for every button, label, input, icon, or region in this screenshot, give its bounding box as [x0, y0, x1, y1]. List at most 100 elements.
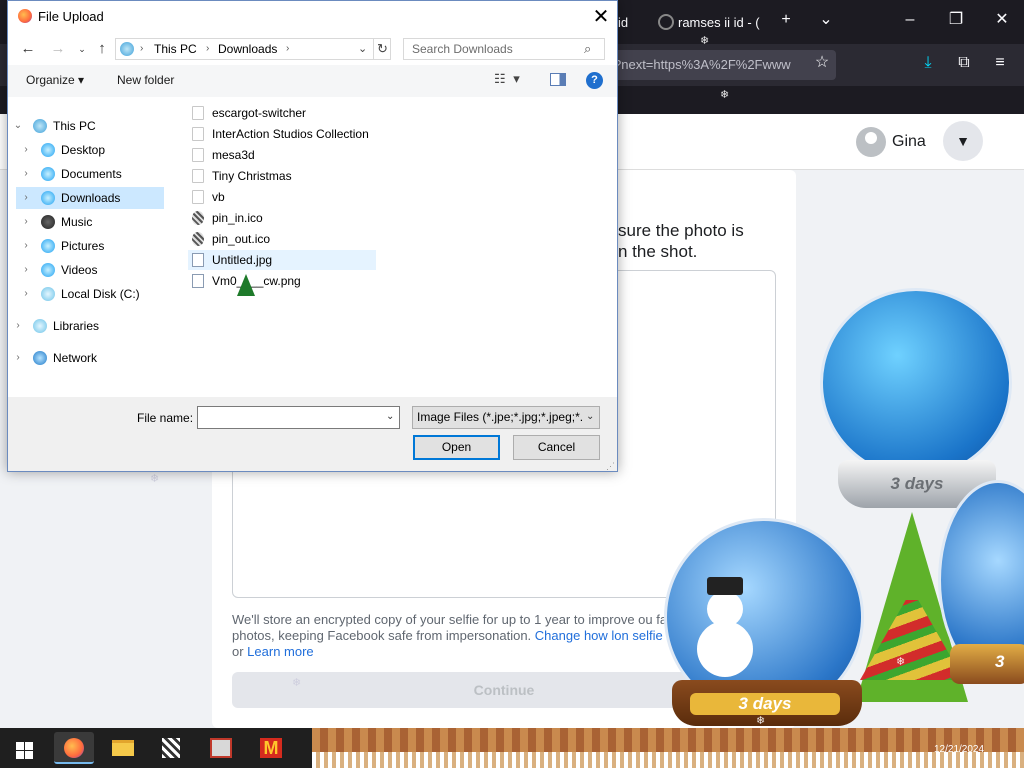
file-name: Untitled.jpg [212, 253, 273, 267]
breadcrumb-separator-icon: › [286, 43, 290, 54]
file-type-filter[interactable]: Image Files (*.jpe;*.jpg;*.jpeg;*. [412, 406, 600, 429]
snowflake-icon: ❄ [896, 656, 906, 668]
file-name: escargot-switcher [212, 106, 307, 120]
start-windows-icon[interactable] [0, 728, 48, 768]
recent-locations-chevron-icon[interactable]: ⌄ [71, 39, 93, 59]
organize-button[interactable]: Organize ▾ [26, 73, 84, 87]
nav-item-desktop[interactable]: › Desktop [8, 139, 168, 161]
back-arrow-icon[interactable]: ← [17, 39, 39, 59]
account-menu-caret-icon[interactable]: ▼ [943, 121, 983, 161]
expand-chevron-icon[interactable]: › [21, 283, 31, 305]
nav-label: Videos [61, 263, 98, 277]
snowman-hat-icon [707, 577, 743, 595]
expand-chevron-icon[interactable]: › [13, 315, 23, 337]
list-tabs-chevron-icon[interactable]: ⌄ [814, 10, 838, 34]
change-how-long-link[interactable]: Change how lon selfie for [535, 628, 682, 643]
new-folder-button[interactable]: New folder [117, 73, 174, 87]
expand-chevron-icon[interactable]: › [21, 259, 31, 281]
file-item-image[interactable]: Vm0____cw.png [188, 271, 376, 291]
restore-window-icon[interactable]: ❐ [944, 10, 968, 34]
new-tab-plus-icon[interactable]: + [774, 10, 798, 34]
snowman-body-icon [697, 621, 753, 677]
learn-more-link[interactable]: Learn more [247, 644, 313, 659]
open-button[interactable]: Open [413, 435, 500, 460]
nav-item-this-pc[interactable]: ⌄ This PC [8, 115, 168, 137]
change-view-icon[interactable]: ☷ ▾ [494, 71, 522, 87]
folder-icon [192, 127, 204, 141]
taskbar-file-explorer-icon[interactable] [102, 732, 142, 764]
file-name-dropdown-icon[interactable]: ⌄ [386, 411, 394, 422]
folder-icon [192, 106, 204, 120]
file-item-ico[interactable]: pin_in.ico [188, 208, 376, 228]
nav-item-documents[interactable]: › Documents [8, 163, 168, 185]
music-icon [41, 215, 55, 229]
bookmark-star-icon[interactable]: ☆ [810, 53, 834, 77]
taskbar-app-icon[interactable] [200, 732, 240, 764]
snowflake-icon: ❄ [150, 473, 160, 485]
privacy-note: We'll store an encrypted copy of your se… [232, 612, 682, 660]
extensions-icon[interactable]: ⧉ [952, 53, 976, 77]
up-arrow-icon[interactable]: ↑ [91, 39, 113, 59]
snowflake-icon: ❄ [700, 35, 710, 47]
expand-chevron-icon[interactable]: › [13, 347, 23, 369]
snow-globe-gifts [820, 288, 1012, 478]
expand-chevron-icon[interactable]: › [21, 139, 31, 161]
menu-hamburger-icon[interactable]: ≡ [988, 53, 1012, 77]
resize-grip-icon[interactable]: ⋰ [606, 461, 615, 472]
minimize-window-icon[interactable]: – [898, 10, 922, 34]
downloads-icon [41, 191, 55, 205]
file-item-ico[interactable]: pin_out.ico [188, 229, 376, 249]
firefox-icon [18, 9, 32, 23]
address-bar[interactable]: › This PC › Downloads › ⌄ [115, 38, 391, 60]
nav-item-videos[interactable]: › Videos [8, 259, 168, 281]
nav-item-music[interactable]: › Music [8, 211, 168, 233]
downloads-icon[interactable]: ⤓ [916, 53, 940, 77]
google-icon [658, 14, 674, 30]
taskbar-clock[interactable]: 12/21/2024 [934, 744, 984, 755]
address-dropdown-icon[interactable]: ⌄ [358, 39, 367, 59]
help-icon[interactable]: ? [586, 72, 603, 89]
nav-item-network[interactable]: › Network [8, 347, 168, 369]
nav-label: This PC [53, 119, 96, 133]
file-name: mesa3d [212, 148, 255, 162]
forward-arrow-icon[interactable]: → [47, 39, 69, 59]
file-name: pin_in.ico [212, 211, 263, 225]
expand-chevron-icon[interactable]: › [21, 163, 31, 185]
nav-item-libraries[interactable]: › Libraries [8, 315, 168, 337]
countdown-label: 3 days [690, 693, 840, 715]
taskbar-mcdonalds-icon[interactable]: M [250, 732, 290, 764]
expand-chevron-icon[interactable]: › [21, 211, 31, 233]
cancel-button[interactable]: Cancel [513, 435, 600, 460]
profile-name[interactable]: Gina [892, 133, 926, 151]
ico-file-icon [192, 232, 204, 246]
file-item-folder[interactable]: Tiny Christmas [188, 166, 376, 186]
file-item-folder[interactable]: InterAction Studios Collection [188, 124, 376, 144]
file-item-folder[interactable]: vb [188, 187, 376, 207]
close-window-icon[interactable]: ✕ [990, 10, 1014, 34]
file-item-folder[interactable]: escargot-switcher [188, 103, 376, 123]
expand-chevron-icon[interactable]: ⌄ [13, 115, 23, 137]
search-input[interactable]: Search Downloads [403, 38, 605, 60]
taskbar-app-icon[interactable] [150, 732, 190, 764]
dialog-close-icon[interactable]: ✕ [588, 4, 614, 30]
breadcrumb-downloads[interactable]: Downloads [218, 39, 277, 59]
expand-chevron-icon[interactable]: › [21, 187, 31, 209]
preview-pane-icon[interactable] [550, 73, 566, 86]
snowflake-icon: ❄ [720, 89, 730, 101]
file-name-label: File name: [137, 411, 194, 425]
expand-chevron-icon[interactable]: › [21, 235, 31, 257]
nav-item-pictures[interactable]: › Pictures [8, 235, 168, 257]
file-item-image[interactable]: Untitled.jpg [188, 250, 376, 270]
avatar[interactable] [856, 127, 886, 157]
file-type-dropdown-icon[interactable]: ⌄ [586, 411, 594, 422]
taskbar-firefox-icon[interactable] [54, 732, 94, 764]
refresh-icon[interactable]: ↻ [373, 39, 391, 59]
breadcrumb-this-pc[interactable]: This PC [154, 39, 197, 59]
url-bar[interactable]: ?next=https%3A%2F%2Fwww [600, 50, 836, 80]
file-item-folder[interactable]: mesa3d [188, 145, 376, 165]
christmas-tree-cursor-icon [237, 274, 255, 296]
file-name-input[interactable] [197, 406, 400, 429]
nav-item-local-disk[interactable]: › Local Disk (C:) [8, 283, 168, 305]
nav-item-downloads[interactable]: › Downloads [16, 187, 164, 209]
snow-globe-base [950, 644, 1024, 684]
